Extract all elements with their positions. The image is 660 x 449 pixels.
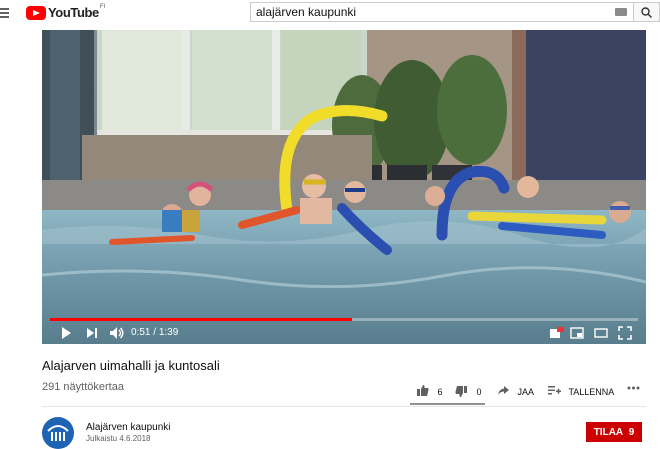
duration: 1:39	[158, 327, 179, 338]
sentiment-bar	[410, 403, 485, 405]
like-count: 6	[437, 387, 443, 397]
region-code: FI	[99, 4, 106, 10]
like-icon	[417, 385, 429, 396]
subscribe-button[interactable]: TILAA 9	[586, 422, 642, 442]
miniplayer-icon[interactable]	[570, 326, 584, 340]
like-button[interactable]: 6	[416, 382, 442, 398]
youtube-logo-icon	[26, 6, 46, 20]
search-button[interactable]	[634, 2, 660, 22]
subscriber-count: 9	[628, 426, 635, 438]
share-icon	[498, 386, 509, 395]
logo-text: YouTube	[48, 5, 99, 20]
masthead: YouTube FI	[0, 0, 660, 28]
play-icon[interactable]	[60, 326, 72, 340]
youtube-logo[interactable]: YouTube FI	[26, 4, 105, 24]
video-player[interactable]: 0:51 / 1:39	[42, 30, 646, 344]
keyboard-icon[interactable]	[615, 8, 627, 16]
search-icon	[641, 7, 652, 18]
progress-played	[50, 318, 353, 321]
dislike-icon	[455, 386, 467, 397]
dislike-count: 0	[476, 387, 482, 397]
search-box[interactable]	[250, 2, 634, 22]
save-button[interactable]: TALLENNA	[547, 382, 614, 398]
theater-icon[interactable]	[594, 326, 608, 340]
more-actions-button[interactable]	[627, 380, 640, 396]
subscribe-label: TILAA	[593, 426, 624, 438]
next-icon[interactable]	[86, 326, 98, 340]
volume-icon[interactable]	[109, 326, 125, 340]
search-input[interactable]	[256, 5, 596, 19]
channel-name[interactable]: Alajärven kaupunki	[86, 422, 171, 433]
menu-icon[interactable]	[0, 6, 12, 20]
save-to-playlist-icon	[548, 386, 561, 395]
more-icon	[627, 386, 640, 390]
time-display: 0:51 / 1:39	[131, 327, 179, 338]
channel-logo-icon	[47, 425, 69, 441]
current-time: 0:51	[131, 327, 151, 338]
fullscreen-icon[interactable]	[618, 326, 632, 340]
video-title: Alajarven uimahalli ja kuntosali	[42, 358, 220, 373]
video-frame	[42, 30, 646, 344]
progress-bar[interactable]	[50, 318, 638, 321]
autoplay-icon[interactable]	[548, 326, 564, 340]
view-count: 291 näyttökertaa	[42, 381, 124, 393]
share-label: JAA	[517, 387, 534, 397]
dislike-button[interactable]: 0	[455, 382, 481, 398]
player-controls: 0:51 / 1:39	[42, 322, 646, 344]
channel-avatar[interactable]	[42, 417, 74, 449]
divider	[42, 406, 646, 407]
save-label: TALLENNA	[568, 387, 615, 397]
share-button[interactable]: JAA	[497, 382, 534, 398]
